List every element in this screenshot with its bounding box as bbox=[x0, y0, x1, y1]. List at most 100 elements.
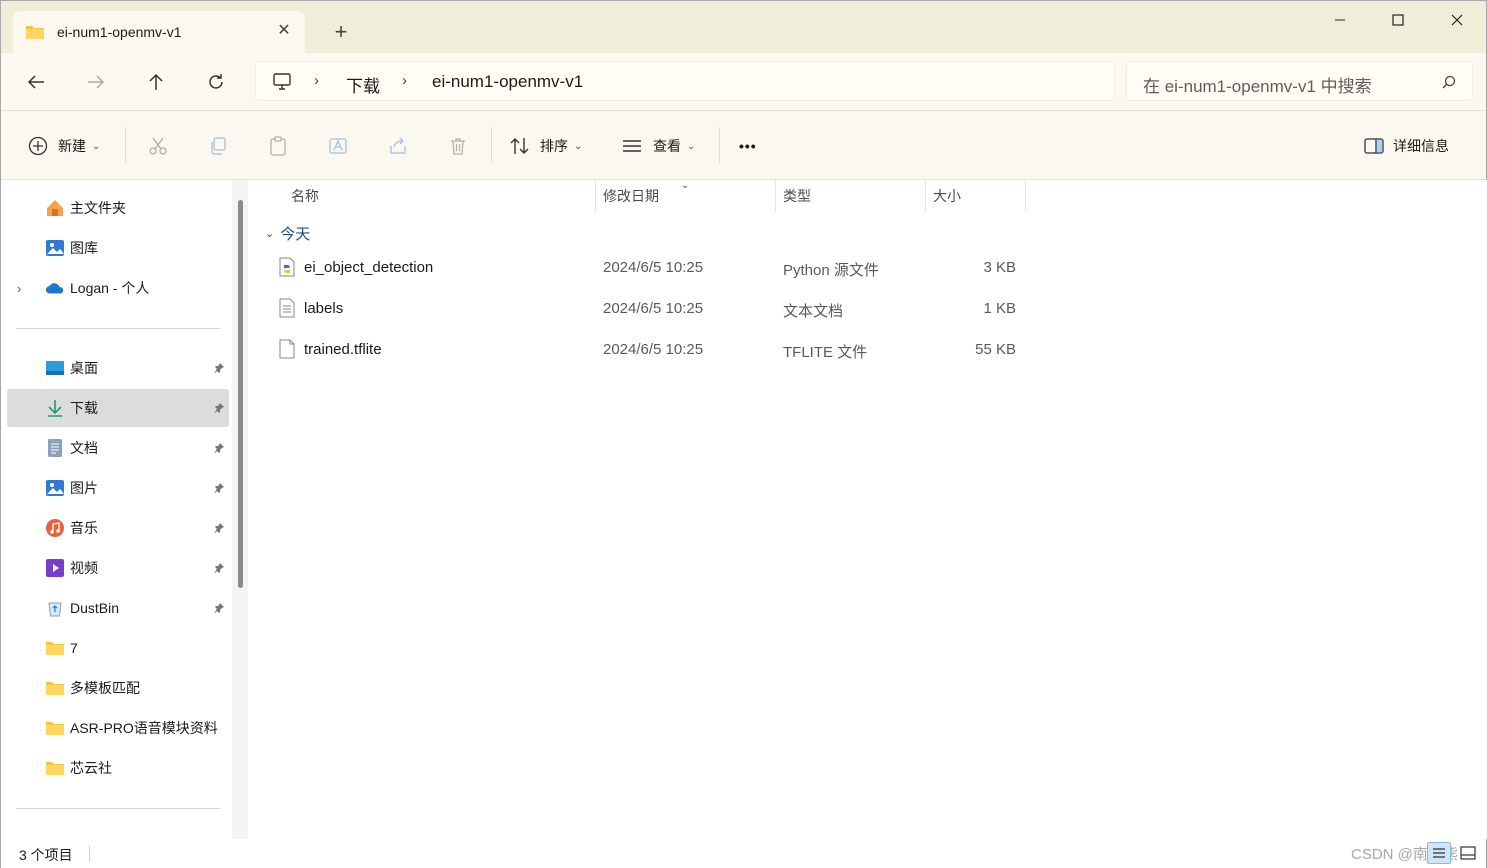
sidebar-item-label: 视频 bbox=[70, 560, 98, 576]
column-header-type[interactable]: 类型 bbox=[783, 180, 811, 212]
sidebar-item-label: DustBin bbox=[70, 600, 120, 616]
breadcrumb-item-current[interactable]: ei-num1-openmv-v1 bbox=[432, 72, 583, 92]
sidebar-item-home[interactable]: 主文件夹 bbox=[7, 189, 229, 227]
group-header-today[interactable]: ⌄ 今天 bbox=[265, 223, 310, 244]
sort-button[interactable]: 排序 ⌄ bbox=[509, 133, 582, 159]
sidebar-item-folder-7[interactable]: 7 bbox=[7, 629, 229, 667]
sidebar-item-folder-asr-pro[interactable]: ASR-PRO语音模块资料 bbox=[7, 709, 229, 747]
sidebar-scrollbar-thumb[interactable] bbox=[238, 200, 243, 588]
file-row[interactable]: labels 2024/6/5 10:25 文本文档 1 KB bbox=[261, 289, 1026, 329]
divider bbox=[89, 846, 90, 862]
new-tab-button[interactable]: + bbox=[327, 21, 355, 47]
copy-button[interactable] bbox=[207, 133, 229, 159]
view-icon bbox=[621, 135, 643, 157]
folder-icon bbox=[45, 678, 65, 698]
pin-icon[interactable] bbox=[213, 601, 225, 617]
minimize-button[interactable] bbox=[1311, 1, 1369, 39]
share-icon bbox=[387, 135, 409, 157]
sidebar-item-folder-multi-template[interactable]: 多模板匹配 bbox=[7, 669, 229, 707]
sidebar-item-downloads[interactable]: 下载 bbox=[7, 389, 229, 427]
tab-active[interactable]: ei-num1-openmv-v1 ✕ bbox=[13, 11, 305, 53]
file-date: 2024/6/5 10:25 bbox=[603, 341, 704, 358]
refresh-button[interactable] bbox=[201, 68, 231, 96]
cut-button[interactable] bbox=[147, 133, 169, 159]
file-date: 2024/6/5 10:25 bbox=[603, 259, 704, 276]
file-size: 1 KB bbox=[983, 300, 1016, 317]
document-icon bbox=[45, 438, 65, 458]
column-separator[interactable] bbox=[775, 180, 776, 212]
sidebar-item-label: 多模板匹配 bbox=[70, 680, 140, 696]
file-date: 2024/6/5 10:25 bbox=[603, 300, 704, 317]
details-pane-label: 详细信息 bbox=[1393, 138, 1449, 154]
pin-icon[interactable] bbox=[213, 521, 225, 537]
sidebar-item-music[interactable]: 音乐 bbox=[7, 509, 229, 547]
folder-icon bbox=[25, 24, 45, 45]
arrow-right-icon bbox=[88, 75, 105, 89]
sidebar-item-label: ASR-PRO语音模块资料 bbox=[70, 720, 218, 736]
this-pc-icon[interactable] bbox=[272, 73, 292, 96]
back-button[interactable] bbox=[21, 68, 51, 96]
chevron-right-icon[interactable]: › bbox=[402, 72, 407, 89]
sidebar-item-onedrive[interactable]: › Logan - 个人 bbox=[7, 269, 229, 307]
delete-button[interactable] bbox=[447, 133, 469, 159]
sidebar-item-dustbin[interactable]: DustBin bbox=[7, 589, 229, 627]
breadcrumb-item-downloads[interactable]: 下载 bbox=[346, 72, 380, 97]
python-file-icon bbox=[279, 257, 295, 281]
forward-button[interactable] bbox=[81, 68, 111, 96]
sidebar-item-pictures[interactable]: 图片 bbox=[7, 469, 229, 507]
search-box[interactable]: 在 ei-num1-openmv-v1 中搜索 bbox=[1126, 61, 1473, 101]
column-header-size[interactable]: 大小 bbox=[933, 180, 961, 212]
paste-button[interactable] bbox=[267, 133, 289, 159]
download-icon bbox=[45, 398, 65, 418]
column-separator[interactable] bbox=[595, 180, 596, 212]
column-separator[interactable] bbox=[925, 180, 926, 212]
breadcrumb[interactable]: › 下载 › ei-num1-openmv-v1 bbox=[255, 61, 1115, 101]
chevron-down-icon: ⌄ bbox=[574, 140, 583, 152]
sidebar-item-folder-xinyunshe[interactable]: 芯云社 bbox=[7, 749, 229, 787]
column-separator[interactable] bbox=[1025, 180, 1026, 212]
details-view-button[interactable] bbox=[1427, 842, 1451, 864]
pin-icon[interactable] bbox=[213, 441, 225, 457]
sidebar-item-desktop[interactable]: 桌面 bbox=[7, 349, 229, 387]
file-row[interactable]: trained.tflite 2024/6/5 10:25 TFLITE 文件 … bbox=[261, 330, 1026, 370]
column-header-name[interactable]: 名称 bbox=[291, 180, 319, 212]
rename-button[interactable] bbox=[327, 133, 349, 159]
close-icon bbox=[1451, 14, 1463, 26]
sidebar-item-videos[interactable]: 视频 bbox=[7, 549, 229, 587]
file-name: labels bbox=[304, 300, 344, 317]
pin-icon[interactable] bbox=[213, 481, 225, 497]
close-window-button[interactable] bbox=[1428, 1, 1486, 39]
sidebar-item-label: 7 bbox=[70, 640, 78, 656]
new-button[interactable]: 新建 ⌄ bbox=[27, 133, 100, 159]
sidebar-item-documents[interactable]: 文档 bbox=[7, 429, 229, 467]
copy-icon bbox=[207, 135, 229, 157]
maximize-button[interactable] bbox=[1369, 1, 1427, 39]
pin-icon[interactable] bbox=[213, 361, 225, 377]
sidebar-item-label: Logan - 个人 bbox=[70, 280, 150, 296]
sidebar-item-label: 芯云社 bbox=[70, 760, 112, 776]
up-button[interactable] bbox=[141, 68, 171, 96]
more-options-button[interactable]: ••• bbox=[739, 133, 757, 159]
music-icon bbox=[45, 518, 65, 538]
pin-icon[interactable] bbox=[213, 401, 225, 417]
pictures-icon bbox=[45, 478, 65, 498]
column-header-date[interactable]: 修改日期 bbox=[603, 180, 659, 212]
tiles-view-button[interactable] bbox=[1456, 842, 1480, 864]
search-input[interactable]: 在 ei-num1-openmv-v1 中搜索 bbox=[1143, 72, 1372, 97]
title-bar: ei-num1-openmv-v1 ✕ + bbox=[1, 1, 1486, 53]
chevron-down-icon: ⌄ bbox=[265, 228, 275, 240]
view-button[interactable]: 查看 ⌄ bbox=[621, 133, 695, 159]
sidebar-item-gallery[interactable]: 图库 bbox=[7, 229, 229, 267]
file-type: 文本文档 bbox=[783, 303, 844, 320]
chevron-right-icon[interactable]: › bbox=[17, 281, 21, 296]
pin-icon[interactable] bbox=[213, 561, 225, 577]
chevron-down-icon: ⌄ bbox=[687, 140, 696, 152]
share-button[interactable] bbox=[387, 133, 409, 159]
sidebar-item-label: 文档 bbox=[70, 440, 98, 456]
tab-close-button[interactable]: ✕ bbox=[273, 20, 295, 42]
details-pane-button[interactable]: 详细信息 bbox=[1363, 133, 1449, 159]
file-row[interactable]: ei_object_detection 2024/6/5 10:25 Pytho… bbox=[261, 248, 1026, 288]
plus-circle-icon bbox=[27, 135, 49, 157]
chevron-right-icon[interactable]: › bbox=[314, 72, 319, 89]
desktop-icon bbox=[45, 358, 65, 378]
